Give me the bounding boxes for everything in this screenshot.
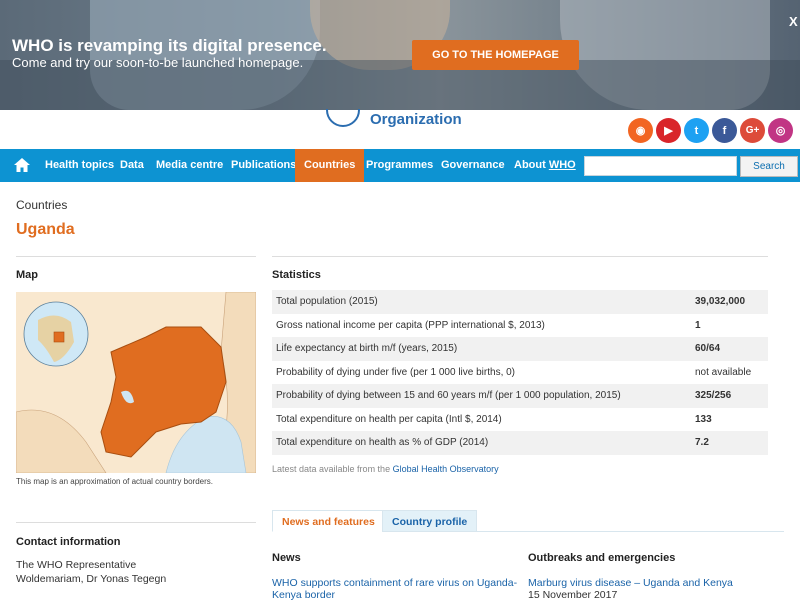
rss-icon[interactable]: ◉ (628, 118, 653, 143)
statistics-table: Total population (2015) 39,032,000 Gross … (272, 290, 768, 455)
stat-label: Total expenditure on health per capita (… (276, 413, 502, 425)
gho-link[interactable]: Global Health Observatory (393, 464, 499, 474)
data-source-note: Latest data available from the Global He… (272, 464, 499, 474)
country-map (16, 292, 256, 473)
youtube-icon[interactable]: ▶ (656, 118, 681, 143)
stat-value: 133 (695, 413, 712, 425)
table-row: Total expenditure on health as % of GDP … (272, 431, 768, 455)
contact-line: The WHO Representative (16, 559, 137, 571)
close-banner-button[interactable]: X (789, 14, 798, 29)
stat-value: 39,032,000 (695, 296, 746, 308)
table-row: Total expenditure on health per capita (… (272, 408, 768, 432)
map-caption: This map is an approximation of actual c… (16, 477, 213, 486)
nav-programmes[interactable]: Programmes (366, 149, 433, 182)
stat-value: 60/64 (695, 343, 721, 355)
stat-value: 1 (695, 319, 701, 331)
banner-title: WHO is revamping its digital presence. (12, 36, 327, 55)
home-icon[interactable] (14, 158, 30, 172)
nav-countries[interactable]: Countries (295, 149, 365, 182)
logo-text: Organization (370, 110, 462, 128)
outbreak-date: 15 November 2017 (528, 589, 618, 600)
facebook-icon[interactable]: f (712, 118, 737, 143)
contact-heading: Contact information (16, 536, 121, 548)
table-row: Gross national income per capita (PPP in… (272, 314, 768, 338)
stat-label: Gross national income per capita (PPP in… (276, 319, 545, 331)
nav-publications[interactable]: Publications (231, 149, 296, 182)
un-emblem-icon (322, 109, 366, 129)
promo-banner: WHO is revamping its digital presence. C… (0, 0, 800, 110)
news-heading: News (272, 552, 301, 564)
stat-value: 7.2 (695, 437, 709, 449)
go-to-homepage-button[interactable]: GO TO THE HOMEPAGE (412, 40, 579, 70)
contact-name: Woldemariam, Dr Yonas Tegegn (16, 573, 167, 585)
nav-about-who[interactable]: About WHO (514, 149, 576, 182)
stat-label: Total expenditure on health as % of GDP … (276, 437, 489, 449)
divider (16, 522, 256, 523)
who-logo[interactable]: Organization (322, 108, 462, 130)
nav-media-centre[interactable]: Media centre (156, 149, 223, 182)
twitter-icon[interactable]: t (684, 118, 709, 143)
news-item-link[interactable]: WHO supports containment of rare virus o… (272, 577, 517, 600)
nav-data[interactable]: Data (120, 149, 144, 182)
outbreak-item-link[interactable]: Marburg virus disease – Uganda and Kenya (528, 577, 733, 589)
social-links: ◉ ▶ t f G+ ◎ (628, 118, 793, 143)
page-title: Uganda (16, 221, 75, 238)
table-row: Probability of dying under five (per 1 0… (272, 361, 768, 385)
googleplus-icon[interactable]: G+ (740, 118, 765, 143)
table-row: Total population (2015) 39,032,000 (272, 290, 768, 314)
stat-value: not available (695, 366, 752, 378)
outbreaks-heading: Outbreaks and emergencies (528, 552, 676, 564)
statistics-heading: Statistics (272, 269, 321, 281)
stat-value: 325/256 (695, 390, 732, 402)
map-heading: Map (16, 269, 38, 281)
banner-subtitle: Come and try our soon-to-be launched hom… (12, 55, 304, 70)
table-row: Probability of dying between 15 and 60 y… (272, 384, 768, 408)
instagram-icon[interactable]: ◎ (768, 118, 793, 143)
divider (272, 256, 768, 257)
breadcrumb[interactable]: Countries (16, 198, 67, 212)
stat-label: Probability of dying between 15 and 60 y… (276, 390, 621, 402)
tab-news-and-features[interactable]: News and features (272, 510, 385, 532)
search-input[interactable] (584, 156, 737, 176)
divider (16, 256, 256, 257)
stat-label: Life expectancy at birth m/f (years, 201… (276, 343, 458, 355)
nav-health-topics[interactable]: Health topics (45, 149, 114, 182)
table-row: Life expectancy at birth m/f (years, 201… (272, 337, 768, 361)
stat-label: Probability of dying under five (per 1 0… (276, 366, 516, 378)
tab-country-profile[interactable]: Country profile (382, 510, 478, 532)
stat-label: Total population (2015) (276, 296, 378, 308)
search-button[interactable]: Search (740, 156, 798, 177)
nav-governance[interactable]: Governance (441, 149, 505, 182)
